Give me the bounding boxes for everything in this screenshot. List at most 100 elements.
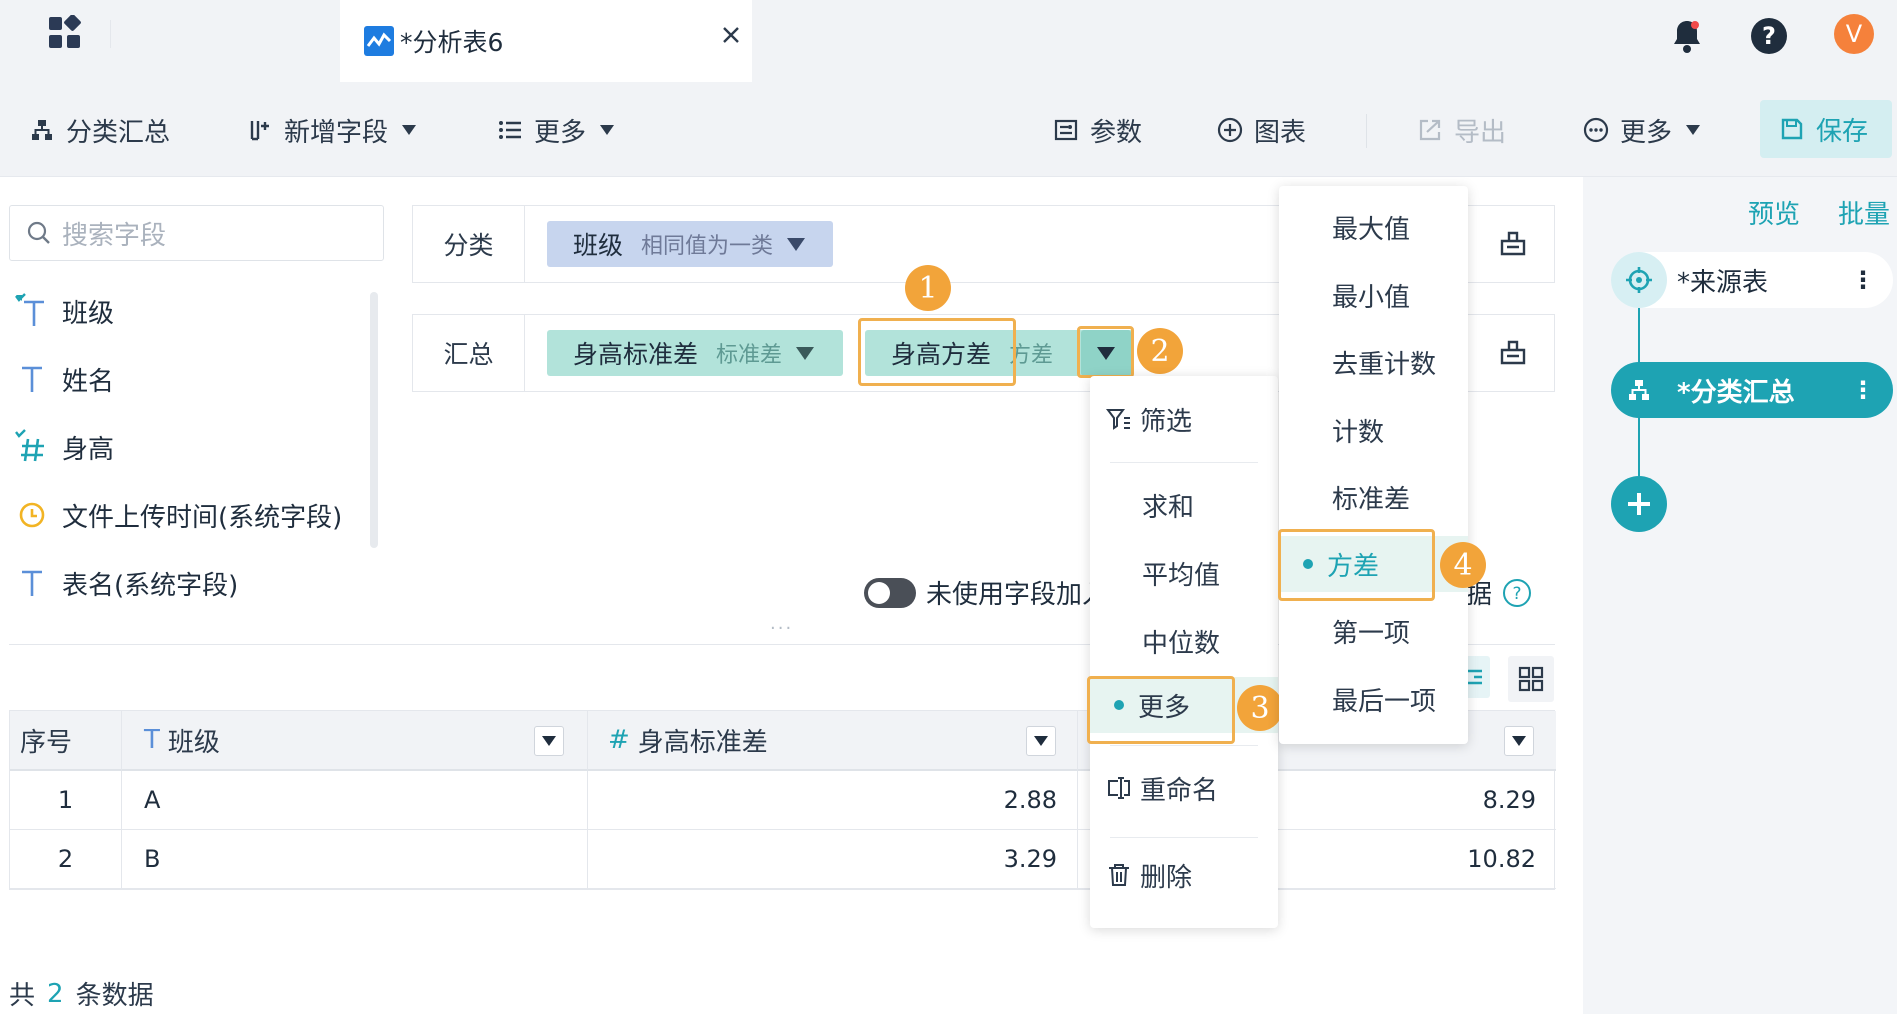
main-toolbar: 分类汇总 新增字段 更多 参数 图表 导出 更多 保存 xyxy=(0,82,1897,177)
bell-icon[interactable] xyxy=(1665,14,1709,58)
menu-item-average[interactable]: 平均值 xyxy=(1090,545,1278,601)
group-chip-class[interactable]: 班级 相同值为一类 xyxy=(547,221,833,267)
help-circle-icon[interactable]: ? xyxy=(1502,578,1532,608)
hierarchy-icon xyxy=(1611,362,1667,418)
preview-link[interactable]: 预览 xyxy=(1748,194,1800,231)
header-label: 身高标准差 xyxy=(637,727,768,758)
kebab-menu-icon[interactable]: ⋮ xyxy=(1851,266,1875,294)
menu-item-delete[interactable]: 删除 xyxy=(1090,847,1278,903)
save-button[interactable]: 保存 xyxy=(1760,100,1892,158)
menu-item-median[interactable]: 中位数 xyxy=(1090,613,1278,669)
field-name: 班级 xyxy=(62,298,115,329)
chip-name: 身高标准差 xyxy=(573,340,699,369)
summary-dropdown-menu: 筛选 求和 平均值 中位数 更多 重命名 删除 xyxy=(1090,376,1278,928)
count-prefix: 共 xyxy=(9,981,36,1011)
cell-class: B xyxy=(122,830,588,889)
header-label: 班级 xyxy=(167,727,220,758)
step-badge-2: 2 xyxy=(1137,328,1183,374)
menu-item-filter[interactable]: 筛选 xyxy=(1090,391,1278,447)
field-item-class[interactable]: 班级 xyxy=(12,286,114,336)
export-button[interactable]: 导出 xyxy=(1416,106,1506,154)
batch-link[interactable]: 批量 xyxy=(1838,194,1890,231)
count-value: 2 xyxy=(47,978,64,1009)
filter-dropdown-icon[interactable] xyxy=(534,726,564,756)
menu-label: 方差 xyxy=(1327,551,1380,582)
field-name: 姓名 xyxy=(62,366,115,397)
clear-row-icon[interactable] xyxy=(1496,226,1530,260)
variance-chip-dropdown[interactable] xyxy=(1081,330,1131,376)
search-field-input[interactable]: 搜索字段 xyxy=(9,205,384,261)
field-item-table-name[interactable]: 表名(系统字段) xyxy=(12,558,238,608)
group-summary-node[interactable]: *分类汇总 ⋮ xyxy=(1611,362,1893,418)
apps-grid-icon[interactable] xyxy=(44,12,86,54)
source-table-node[interactable]: *来源表 ⋮ xyxy=(1611,252,1893,308)
step-badge-3: 3 xyxy=(1237,685,1283,731)
submenu-item-first[interactable]: 第一项 xyxy=(1279,603,1468,659)
chip-sub: 相同值为一类 xyxy=(641,234,774,259)
user-avatar[interactable]: V xyxy=(1834,14,1874,54)
menu-label: 重命名 xyxy=(1140,775,1219,806)
caret-down-icon[interactable] xyxy=(796,346,815,360)
menu-item-rename[interactable]: 重命名 xyxy=(1090,760,1278,816)
field-item-upload-time[interactable]: 文件上传时间(系统字段) xyxy=(12,490,342,540)
clock-icon xyxy=(12,495,52,535)
rename-icon xyxy=(1106,775,1132,801)
submenu-item-min[interactable]: 最小值 xyxy=(1279,267,1468,323)
export-label: 导出 xyxy=(1454,117,1507,148)
more-menu-button[interactable]: 更多 xyxy=(496,106,615,154)
cell-std: 2.88 xyxy=(588,771,1078,830)
chart-button[interactable]: 图表 xyxy=(1216,106,1306,154)
text-field-icon xyxy=(12,359,52,399)
summary-chip-std[interactable]: 身高标准差 标准差 xyxy=(547,330,843,376)
text-field-icon: T xyxy=(144,725,160,755)
top-tab-bar xyxy=(0,0,1897,82)
header-class[interactable]: T 班级 xyxy=(122,711,588,771)
selected-dot-icon xyxy=(1114,700,1124,710)
splitter-handle-icon[interactable]: ··· xyxy=(770,618,793,639)
caret-down-icon xyxy=(600,125,615,135)
unused-fields-toggle[interactable] xyxy=(864,578,916,608)
filter-dropdown-icon[interactable] xyxy=(1504,726,1534,756)
field-name: 身高 xyxy=(62,434,115,465)
add-field-label: 新增字段 xyxy=(284,117,389,148)
menu-divider xyxy=(1110,837,1258,838)
add-field-button[interactable]: 新增字段 xyxy=(246,106,417,154)
kebab-menu-icon[interactable]: ⋮ xyxy=(1851,376,1875,404)
group-summary-button[interactable]: 分类汇总 xyxy=(28,106,170,154)
more-actions-button[interactable]: 更多 xyxy=(1582,106,1701,154)
step-badge-4: 4 xyxy=(1440,542,1486,588)
analysis-sheet-icon xyxy=(364,26,394,56)
field-item-name[interactable]: 姓名 xyxy=(12,354,114,404)
add-node-icon[interactable] xyxy=(1611,476,1667,532)
fields-scrollbar[interactable] xyxy=(370,292,378,548)
count-suffix: 条数据 xyxy=(75,981,154,1011)
grid-view-icon[interactable] xyxy=(1508,656,1554,702)
header-height-std[interactable]: # 身高标准差 xyxy=(588,711,1078,771)
submenu-item-distinct-count[interactable]: 去重计数 xyxy=(1279,334,1468,390)
svg-text:?: ? xyxy=(1512,584,1521,604)
search-icon xyxy=(26,220,52,246)
caret-down-icon[interactable] xyxy=(787,237,806,251)
svg-text:?: ? xyxy=(1762,22,1776,50)
submenu-item-std[interactable]: 标准差 xyxy=(1279,469,1468,525)
params-button[interactable]: 参数 xyxy=(1052,106,1142,154)
more-label: 更多 xyxy=(534,117,587,148)
search-placeholder: 搜索字段 xyxy=(62,220,167,251)
submenu-item-last[interactable]: 最后一项 xyxy=(1279,671,1468,727)
menu-divider xyxy=(1110,462,1258,463)
menu-item-sum[interactable]: 求和 xyxy=(1090,477,1278,533)
field-name: 文件上传时间(系统字段) xyxy=(62,502,343,533)
clear-row-icon[interactable] xyxy=(1496,335,1530,369)
filter-dropdown-icon[interactable] xyxy=(1026,726,1056,756)
plus-circle-icon xyxy=(1216,116,1244,144)
tab-analysis-sheet[interactable]: *分析表6 xyxy=(340,0,752,82)
submenu-item-count[interactable]: 计数 xyxy=(1279,402,1468,458)
cell-std: 3.29 xyxy=(588,830,1078,889)
close-tab-icon[interactable] xyxy=(716,20,746,50)
selected-dot-icon xyxy=(1303,559,1313,569)
step-badge-1: 1 xyxy=(905,265,951,311)
submenu-item-max[interactable]: 最大值 xyxy=(1279,199,1468,255)
help-icon[interactable]: ? xyxy=(1747,14,1791,58)
field-item-height[interactable]: 身高 xyxy=(12,422,114,472)
chip-name: 班级 xyxy=(573,231,624,260)
